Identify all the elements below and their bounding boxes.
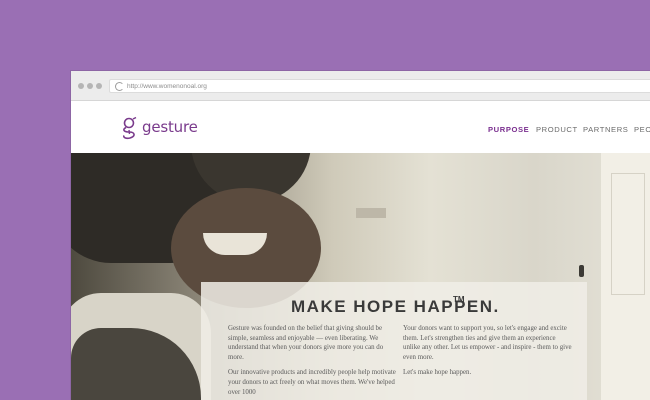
mission-paragraph: Your donors want to support you, so let'… — [403, 325, 572, 361]
screenshot-root: { "browser": { "url": "http://www.womeno… — [0, 0, 650, 400]
window-maximize-dot-icon[interactable] — [96, 83, 102, 89]
reload-icon[interactable] — [115, 82, 124, 91]
nav-item-purpose[interactable]: PURPOSE — [488, 125, 529, 134]
hero-headline: MAKE HOPE HAPPEN. — [291, 297, 500, 316]
mission-paragraph: Gesture was founded on the belief that g… — [228, 325, 384, 361]
window-minimize-dot-icon[interactable] — [87, 83, 93, 89]
nav-item-partners[interactable]: PARTNERS — [583, 125, 628, 134]
mission-paragraph: Let's make hope happen. — [403, 369, 472, 377]
gesture-logo-icon — [123, 116, 137, 140]
logo-text: gesture — [142, 118, 198, 136]
browser-window: http://www.womenonoal.org gesture PURPOS… — [71, 71, 650, 400]
hero-section: MAKE HOPE HAPPEN. TM Gesture was founded… — [71, 153, 650, 400]
site-header: gesture PURPOSE PRODUCT PARTNERS PEO — [71, 101, 650, 153]
trademark-mark: TM — [453, 295, 465, 304]
window-close-dot-icon[interactable] — [78, 83, 84, 89]
mission-panel: MAKE HOPE HAPPEN. TM Gesture was founded… — [201, 282, 587, 400]
address-bar[interactable]: http://www.womenonoal.org — [109, 79, 650, 93]
url-text[interactable]: http://www.womenonoal.org — [127, 81, 207, 92]
nav-item-product[interactable]: PRODUCT — [536, 125, 578, 134]
browser-toolbar: http://www.womenonoal.org — [71, 71, 650, 101]
mission-left-column: Gesture was founded on the belief that g… — [228, 324, 398, 400]
mission-right-column: Your donors want to support you, so let'… — [403, 324, 573, 384]
nav-item-people[interactable]: PEO — [634, 125, 650, 134]
mission-paragraph: Our innovative products and incredibly p… — [228, 369, 396, 396]
